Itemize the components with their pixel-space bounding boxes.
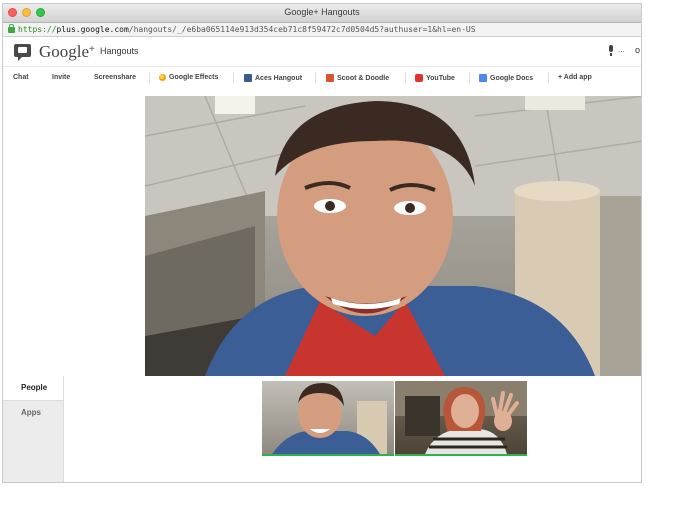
toolbar-divider bbox=[233, 72, 234, 83]
aces-icon bbox=[244, 74, 252, 82]
toolbar-item-label: Aces Hangout bbox=[255, 75, 303, 82]
effects-icon bbox=[159, 74, 166, 81]
participant-thumbnail[interactable] bbox=[395, 381, 527, 456]
address-bar[interactable]: https://plus.google.com/hangouts/_/e6ba0… bbox=[3, 23, 641, 37]
docs-icon bbox=[479, 74, 487, 82]
app-toolbar: Chat Invite Screenshare Google Effects A… bbox=[3, 67, 641, 88]
toolbar-screenshare-button[interactable]: Screenshare bbox=[94, 74, 136, 81]
toolbar-divider bbox=[469, 72, 470, 83]
toolbar-item-label: Scoot & Doodle bbox=[337, 75, 390, 82]
hangout-main-area: People Apps bbox=[3, 96, 641, 482]
blank-side-panel bbox=[3, 96, 145, 376]
toolbar-item-label: Google Docs bbox=[490, 75, 534, 82]
title-bar: Google+ Hangouts bbox=[3, 4, 641, 23]
hangouts-icon bbox=[14, 44, 31, 61]
microphone-icon[interactable] bbox=[609, 45, 613, 56]
window-title: Google+ Hangouts bbox=[284, 7, 360, 17]
toolbar-google-docs-button[interactable]: Google Docs bbox=[479, 74, 533, 82]
url-path: /hangouts/_/e6ba065114e913d354ceb71c8f59… bbox=[128, 25, 476, 34]
app-header: Google+ Hangouts ... o bbox=[3, 37, 641, 67]
main-video-image bbox=[145, 96, 641, 376]
google-plus-logo[interactable]: Google+ bbox=[39, 42, 95, 62]
toolbar-aces-hangout-button[interactable]: Aces Hangout bbox=[244, 74, 302, 82]
participant-video-image bbox=[395, 381, 527, 454]
logo-plus: + bbox=[89, 44, 95, 55]
toolbar-divider bbox=[149, 72, 150, 83]
toolbar-google-effects-button[interactable]: Google Effects bbox=[159, 74, 218, 81]
toolbar-add-app-button[interactable]: + Add app bbox=[558, 74, 592, 81]
toolbar-youtube-button[interactable]: YouTube bbox=[415, 74, 455, 82]
bottom-panel: People Apps bbox=[3, 376, 641, 482]
tab-apps[interactable]: Apps bbox=[3, 401, 63, 425]
toolbar-divider bbox=[548, 72, 549, 83]
toolbar-chat-button[interactable]: Chat bbox=[13, 74, 29, 81]
toolbar-divider bbox=[405, 72, 406, 83]
youtube-icon bbox=[415, 74, 423, 82]
toolbar-invite-button[interactable]: Invite bbox=[52, 74, 70, 81]
main-video-feed[interactable] bbox=[145, 96, 641, 376]
side-tabs: People Apps bbox=[3, 376, 64, 482]
url-scheme: https:// bbox=[18, 25, 57, 34]
lock-icon bbox=[8, 24, 15, 33]
toolbar-scoot-doodle-button[interactable]: Scoot & Doodle bbox=[326, 74, 389, 82]
logo-text: Google bbox=[39, 42, 90, 61]
scoot-icon bbox=[326, 74, 334, 82]
toolbar-divider bbox=[315, 72, 316, 83]
participant-filmstrip bbox=[262, 381, 527, 456]
tab-people[interactable]: People bbox=[3, 376, 63, 401]
header-dots: ... bbox=[618, 45, 625, 54]
participant-thumbnail[interactable] bbox=[262, 381, 394, 456]
toolbar-item-label: Google Effects bbox=[169, 74, 219, 81]
participant-video-image bbox=[272, 383, 387, 454]
url-host: plus.google.com bbox=[56, 25, 129, 34]
toolbar-item-label: YouTube bbox=[426, 75, 455, 82]
header-more[interactable]: o bbox=[635, 45, 640, 55]
browser-window: Google+ Hangouts https://plus.google.com… bbox=[2, 3, 642, 483]
product-name: Hangouts bbox=[100, 46, 139, 56]
